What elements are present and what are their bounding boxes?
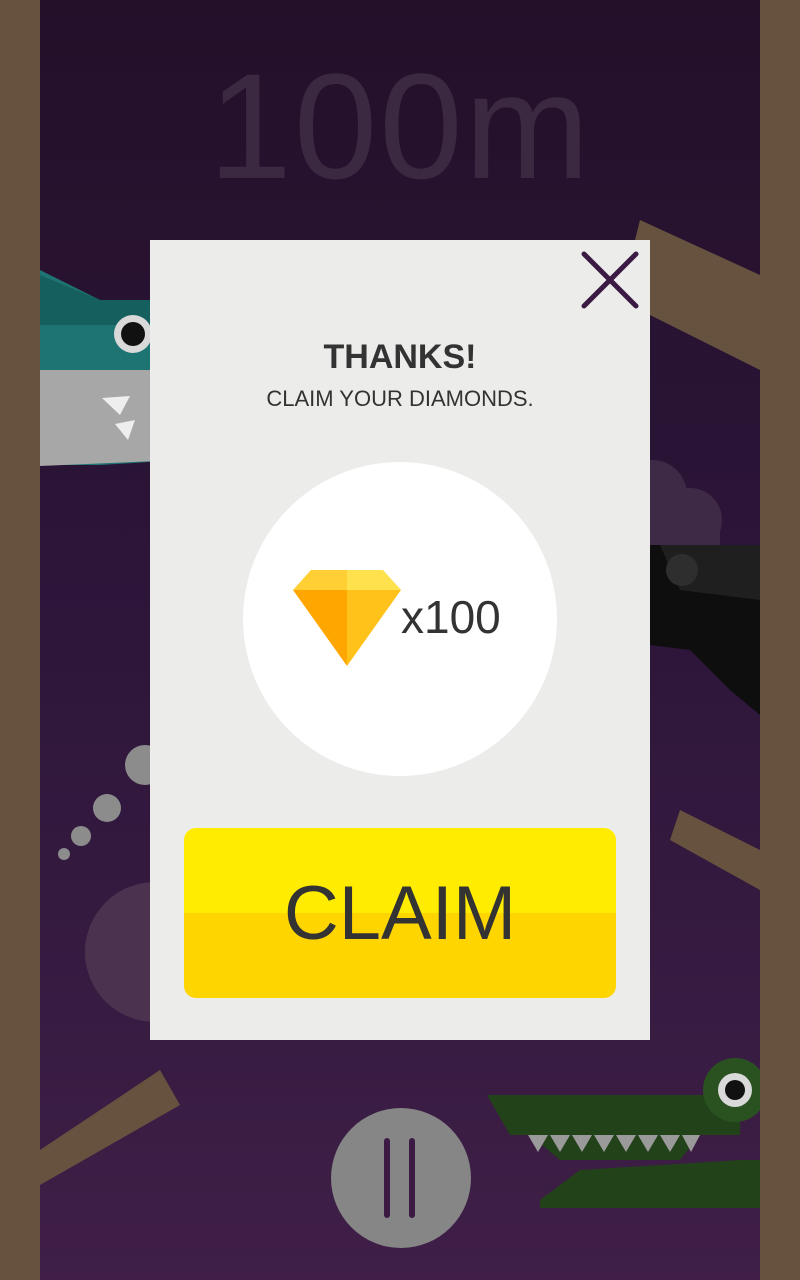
left-wall [0,0,40,1280]
pause-button[interactable] [331,1108,471,1248]
crocodile-enemy [487,1058,760,1208]
dialog-title: THANKS! [323,338,477,376]
crow-enemy [640,545,760,715]
reward-display: x100 [243,462,557,776]
reward-amount: x100 [401,591,501,643]
pause-icon [409,1138,415,1218]
claim-button[interactable]: CLAIM [184,828,616,998]
pause-icon [384,1138,390,1218]
right-wall [760,0,800,1280]
dialog-subtitle: CLAIM YOUR DIAMONDS. [266,386,534,411]
close-icon[interactable] [578,248,642,312]
reward-dialog: THANKS! CLAIM YOUR DIAMONDS. x100 CLAIM [150,240,650,1040]
diamond-icon [293,570,401,666]
